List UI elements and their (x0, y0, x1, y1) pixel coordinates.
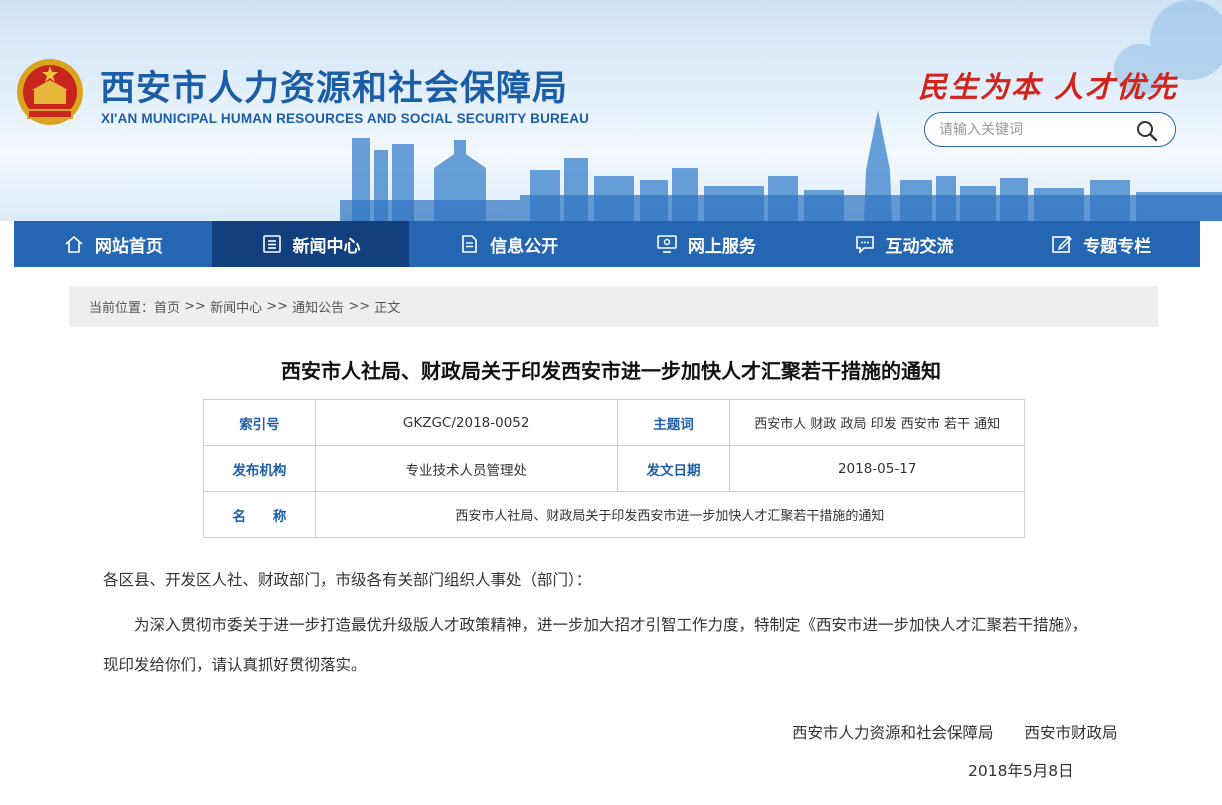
breadcrumb-separator: >> (262, 299, 293, 314)
breadcrumb-current: 正文 (374, 301, 401, 316)
name-value: 西安市人社局、财政局关于印发西安市进一步加快人才汇聚若干措施的通知 (314, 491, 1026, 538)
index-label: 索引号 (203, 399, 316, 446)
document-icon (462, 235, 477, 253)
nav-item-info-disclosure[interactable]: 信息公开 (409, 221, 607, 267)
article-meta-table: 索引号 GKZGC/2018-0052 主题词 西安市人 财政 政局 印发 西安… (203, 399, 1026, 538)
org-label: 发布机构 (203, 445, 316, 492)
nav-item-label: 专题专栏 (1083, 236, 1152, 257)
edit-icon (1052, 236, 1073, 253)
breadcrumb-separator: >> (180, 299, 211, 314)
home-icon (65, 235, 83, 253)
breadcrumb-news-center[interactable]: 新闻中心 (210, 297, 262, 316)
table-row: 名 称 西安市人社局、财政局关于印发西安市进一步加快人才汇聚若干措施的通知 (203, 491, 1026, 538)
nav-item-label: 网站首页 (94, 236, 163, 257)
signatory-hrss: 西安市人力资源和社会保障局 (792, 724, 994, 742)
nav-item-home[interactable]: 网站首页 (14, 221, 212, 267)
nav-item-label: 信息公开 (490, 236, 559, 257)
signatories: 西安市人力资源和社会保障局 西安市财政局 (792, 721, 1118, 743)
search-box (924, 112, 1176, 147)
breadcrumb-home[interactable]: 首页 (154, 297, 180, 316)
breadcrumb-notices[interactable]: 通知公告 (292, 297, 344, 316)
nav-item-news[interactable]: 新闻中心 (211, 221, 410, 267)
article-date: 2018年5月8日 (968, 762, 1074, 780)
signatory-finance: 西安市财政局 (1024, 724, 1118, 742)
name-label: 名 称 (203, 491, 316, 538)
article-paragraph: 为深入贯彻市委关于进一步打造最优升级版人才政策精神，进一步加大招才引智工作力度，… (103, 616, 1088, 674)
site-title: 西安市人力资源和社会保障局 (100, 69, 569, 109)
nav-item-online-services[interactable]: 网上服务 (607, 221, 805, 267)
article-title: 西安市人社局、财政局关于印发西安市进一步加快人才汇聚若干措施的通知 (281, 359, 941, 383)
org-value: 专业技术人员管理处 (314, 445, 618, 492)
nav-item-label: 网上服务 (687, 236, 756, 257)
nav-item-interaction[interactable]: 互动交流 (805, 221, 1003, 267)
nav-item-label: 新闻中心 (292, 236, 361, 257)
monitor-icon (657, 235, 677, 253)
nav-item-special-topics[interactable]: 专题专栏 (1002, 221, 1200, 267)
national-emblem-icon (17, 59, 83, 125)
site-header: 西安市人力资源和社会保障局 XI'AN MUNICIPAL HUMAN RESO… (0, 0, 1222, 221)
index-value: GKZGC/2018-0052 (314, 399, 618, 446)
salutation: 各区县、开发区人社、财政部门，市级各有关部门组织人事处（部门）： (103, 571, 592, 589)
table-row: 索引号 GKZGC/2018-0052 主题词 西安市人 财政 政局 印发 西安… (203, 399, 1025, 446)
site-subtitle: XI'AN MUNICIPAL HUMAN RESOURCES AND SOCI… (101, 111, 590, 126)
breadcrumb-prefix: 当前位置： (89, 301, 155, 316)
search-icon[interactable] (1135, 119, 1159, 143)
subject-value: 西安市人 财政 政局 印发 西安市 若干 通知 (729, 399, 1025, 446)
date-label: 发文日期 (616, 445, 731, 492)
search-input[interactable] (939, 119, 1129, 141)
breadcrumb-separator: >> (344, 299, 375, 314)
article-body: 各区县、开发区人社、财政部门，市级各有关部门组织人事处（部门）： 为深入贯彻市委… (103, 568, 1093, 685)
subject-label: 主题词 (616, 399, 731, 446)
main-nav: 网站首页 新闻中心 信息公开 网上服务 互动交流 专题专栏 (14, 221, 1200, 267)
breadcrumb: 当前位置： 首页 >> 新闻中心 >> 通知公告 >> 正文 (69, 286, 1158, 327)
table-row: 发布机构 专业技术人员管理处 发文日期 2018-05-17 (203, 445, 1025, 492)
nav-item-label: 互动交流 (885, 236, 954, 257)
date-value: 2018-05-17 (729, 445, 1025, 492)
news-icon (262, 235, 281, 253)
chat-icon (855, 236, 874, 254)
slogan: 民生为本 人才优先 (918, 70, 1179, 104)
